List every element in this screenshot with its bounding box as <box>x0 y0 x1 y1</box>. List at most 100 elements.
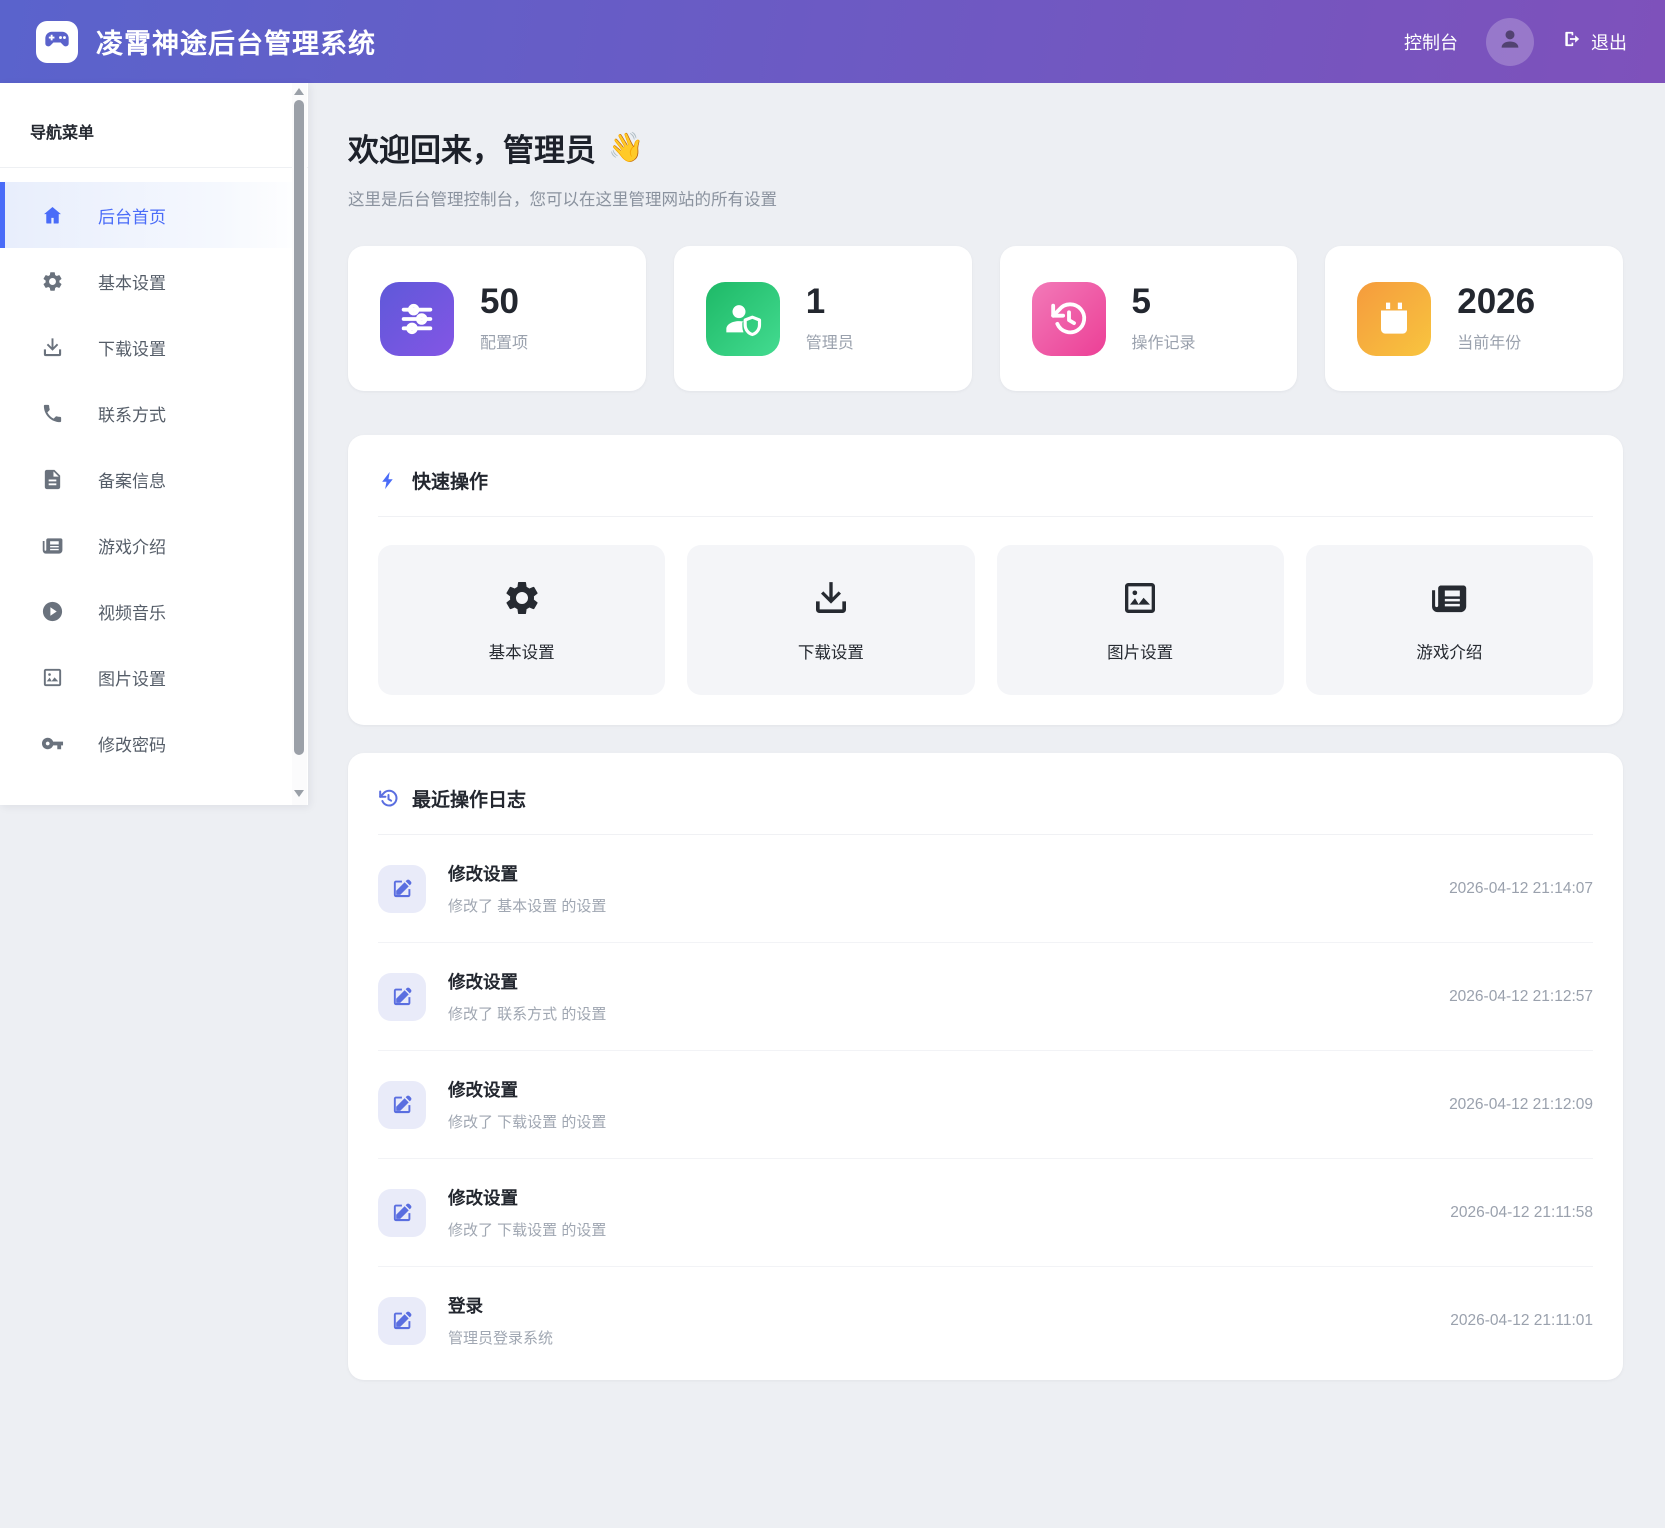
divider <box>378 516 1593 517</box>
recent-logs-panel: 最近操作日志 修改设置 修改了 基本设置 的设置 2026-04-12 21:1… <box>348 753 1623 1380</box>
stat-label: 当前年份 <box>1457 329 1535 353</box>
log-timestamp: 2026-04-12 21:14:07 <box>1449 880 1593 898</box>
sidebar-scrollbar[interactable] <box>292 83 307 805</box>
stat-value: 5 <box>1132 284 1196 321</box>
log-timestamp: 2026-04-12 21:12:57 <box>1449 988 1593 1006</box>
user-shield-icon <box>706 282 780 356</box>
play-icon <box>41 600 64 623</box>
sliders-icon <box>380 282 454 356</box>
stat-label: 管理员 <box>806 329 854 353</box>
stat-card: 50 配置项 <box>348 246 646 391</box>
user-icon <box>1497 26 1523 57</box>
stat-label: 操作记录 <box>1132 329 1196 353</box>
console-link[interactable]: 控制台 <box>1404 29 1458 55</box>
scrollbar-down-arrow[interactable] <box>294 790 304 797</box>
log-timestamp: 2026-04-12 21:11:58 <box>1450 1204 1593 1222</box>
edit-icon <box>378 1189 426 1237</box>
sidebar-item[interactable]: 图片设置 <box>0 644 308 710</box>
stat-value: 2026 <box>1457 284 1535 321</box>
quick-action-label: 游戏介绍 <box>1416 639 1482 663</box>
sidebar-item[interactable]: 基本设置 <box>0 248 308 314</box>
quick-actions-title: 快速操作 <box>378 467 1593 494</box>
sidebar-item-label: 后台首页 <box>98 203 166 228</box>
sidebar-item-label: 修改密码 <box>98 731 166 756</box>
scrollbar-thumb[interactable] <box>294 100 304 755</box>
sidebar-item[interactable]: 后台首页 <box>0 182 308 248</box>
quick-action-card[interactable]: 游戏介绍 <box>1306 545 1593 695</box>
sidebar-item[interactable]: 视频音乐 <box>0 578 308 644</box>
log-title: 登录 <box>448 1293 553 1318</box>
stat-card: 2026 当前年份 <box>1325 246 1623 391</box>
stat-value: 50 <box>480 284 528 321</box>
sidebar-item[interactable]: 下载设置 <box>0 314 308 380</box>
quick-action-grid: 基本设置 下载设置 图片设置 游戏介绍 <box>378 545 1593 695</box>
sidebar: 导航菜单 后台首页 基本设置 下载设置 <box>0 83 308 805</box>
image-icon <box>41 666 64 689</box>
key-icon <box>41 732 64 755</box>
log-list: 修改设置 修改了 基本设置 的设置 2026-04-12 21:14:07 修改… <box>378 835 1593 1374</box>
sidebar-item[interactable]: 修改密码 <box>0 710 308 776</box>
scrollbar-up-arrow[interactable] <box>294 88 304 95</box>
welcome-text: 欢迎回来，管理员 <box>348 125 596 170</box>
log-description: 修改了 基本设置 的设置 <box>448 895 606 916</box>
download-icon <box>811 578 851 618</box>
sidebar-item-label: 图片设置 <box>98 665 166 690</box>
sidebar-item[interactable]: 游戏介绍 <box>0 512 308 578</box>
download-icon <box>41 336 64 359</box>
edit-icon <box>378 1297 426 1345</box>
log-timestamp: 2026-04-12 21:12:09 <box>1449 1096 1593 1114</box>
file-icon <box>41 468 64 491</box>
image-icon <box>1120 578 1160 618</box>
log-title: 修改设置 <box>448 969 606 994</box>
log-row: 修改设置 修改了 联系方式 的设置 2026-04-12 21:12:57 <box>378 943 1593 1051</box>
quick-action-card[interactable]: 下载设置 <box>687 545 974 695</box>
sidebar-item-label: 视频音乐 <box>98 599 166 624</box>
log-row: 修改设置 修改了 基本设置 的设置 2026-04-12 21:14:07 <box>378 835 1593 943</box>
welcome-title: 欢迎回来，管理员 👋 <box>348 125 1623 170</box>
quick-action-card[interactable]: 基本设置 <box>378 545 665 695</box>
log-description: 修改了 下载设置 的设置 <box>448 1111 606 1132</box>
quick-action-card[interactable]: 图片设置 <box>997 545 1284 695</box>
recent-logs-title: 最近操作日志 <box>378 785 1593 812</box>
sidebar-item[interactable]: 备案信息 <box>0 446 308 512</box>
sidebar-item[interactable]: 联系方式 <box>0 380 308 446</box>
stat-cards: 50 配置项 1 管理员 5 操作记录 <box>348 246 1623 391</box>
quick-action-label: 图片设置 <box>1107 639 1173 663</box>
log-description: 修改了 联系方式 的设置 <box>448 1003 606 1024</box>
logout-button[interactable]: 退出 <box>1562 29 1627 55</box>
wave-emoji: 👋 <box>608 131 644 165</box>
log-description: 修改了 下载设置 的设置 <box>448 1219 606 1240</box>
calendar-icon <box>1357 282 1431 356</box>
stat-value: 1 <box>806 284 854 321</box>
log-title: 修改设置 <box>448 861 606 886</box>
log-description: 管理员登录系统 <box>448 1327 553 1348</box>
quick-action-label: 基本设置 <box>489 639 555 663</box>
logout-icon <box>1562 29 1582 54</box>
sidebar-item-label: 游戏介绍 <box>98 533 166 558</box>
gamepad-icon <box>43 25 71 58</box>
log-row: 修改设置 修改了 下载设置 的设置 2026-04-12 21:11:58 <box>378 1159 1593 1267</box>
phone-icon <box>41 402 64 425</box>
sidebar-item-label: 下载设置 <box>98 335 166 360</box>
history-icon <box>378 788 399 809</box>
edit-icon <box>378 865 426 913</box>
avatar[interactable] <box>1486 18 1534 66</box>
lightning-icon <box>378 470 399 491</box>
edit-icon <box>378 1081 426 1129</box>
log-row: 修改设置 修改了 下载设置 的设置 2026-04-12 21:12:09 <box>378 1051 1593 1159</box>
logout-label: 退出 <box>1591 29 1627 55</box>
sidebar-item-label: 基本设置 <box>98 269 166 294</box>
gear-icon <box>502 578 542 618</box>
main-content: 欢迎回来，管理员 👋 这里是后台管理控制台，您可以在这里管理网站的所有设置 50… <box>348 83 1623 1380</box>
history-icon <box>1032 282 1106 356</box>
log-title: 修改设置 <box>448 1077 606 1102</box>
admin-dashboard: 凌霄神途后台管理系统 控制台 退出 导航菜单 后台首页 <box>0 0 1665 1528</box>
log-row: 登录 管理员登录系统 2026-04-12 21:11:01 <box>378 1267 1593 1374</box>
gear-icon <box>41 270 64 293</box>
header-bar: 凌霄神途后台管理系统 控制台 退出 <box>0 0 1665 83</box>
edit-icon <box>378 973 426 1021</box>
welcome-subtitle: 这里是后台管理控制台，您可以在这里管理网站的所有设置 <box>348 186 1623 210</box>
home-icon <box>41 204 64 227</box>
log-timestamp: 2026-04-12 21:11:01 <box>1450 1312 1593 1330</box>
stat-card: 5 操作记录 <box>1000 246 1298 391</box>
